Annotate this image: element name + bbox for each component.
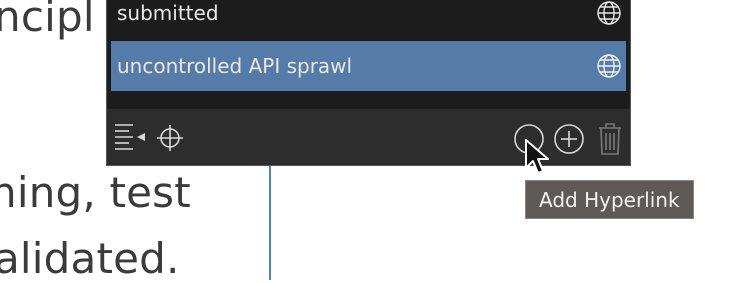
document-text-line: ning, test xyxy=(0,168,191,217)
globe-icon xyxy=(597,1,621,25)
list-item-selected[interactable]: uncontrolled API sprawl xyxy=(111,41,626,91)
list-item-label: submitted xyxy=(117,1,219,25)
mouse-cursor-icon xyxy=(525,139,549,174)
document-text-line: alidated. xyxy=(0,234,180,283)
tooltip: Add Hyperlink xyxy=(525,180,694,219)
hyperlink-panel: submitted uncontrolled API sprawl xyxy=(106,0,631,166)
list-item[interactable]: submitted xyxy=(111,0,626,36)
tooltip-text: Add Hyperlink xyxy=(539,187,680,212)
add-circle-icon[interactable] xyxy=(552,122,586,156)
panel-toolbar xyxy=(107,109,630,165)
globe-icon xyxy=(597,54,621,78)
list-item-label: uncontrolled API sprawl xyxy=(117,54,353,78)
trash-icon[interactable] xyxy=(595,121,625,157)
crosshair-icon[interactable] xyxy=(155,123,185,153)
sort-list-icon[interactable] xyxy=(113,122,149,154)
text-caret-line xyxy=(269,165,271,280)
document-text-line: ncipl xyxy=(0,0,95,41)
hyperlink-list[interactable]: submitted uncontrolled API sprawl xyxy=(109,0,628,109)
